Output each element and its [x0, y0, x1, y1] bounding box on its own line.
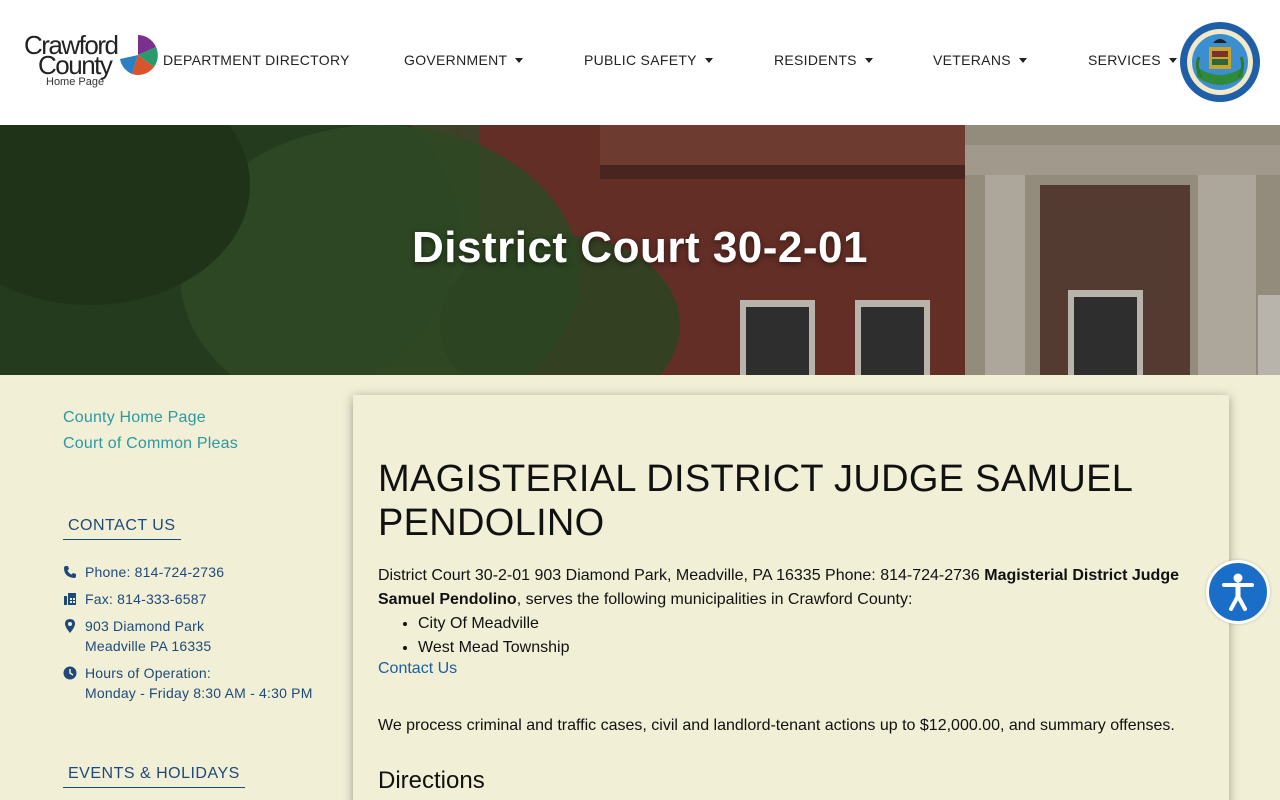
caret-down-icon [864, 57, 873, 63]
sidebar-link-court-common-pleas[interactable]: Court of Common Pleas [63, 431, 343, 457]
hero-banner: District Court 30-2-01 [0, 125, 1280, 375]
sidebar: County Home Page Court of Common Pleas C… [63, 405, 343, 788]
hours-label: Hours of Operation: [85, 665, 211, 681]
intro-tail: , serves the following municipalities in… [516, 591, 913, 608]
nav-label: RESIDENTS [774, 52, 857, 68]
logo-subtitle: Home Page [46, 76, 105, 88]
logo-line-2: County [38, 50, 113, 80]
intro-text: District Court 30-2-01 903 Diamond Park,… [378, 567, 985, 584]
nav-label: PUBLIC SAFETY [584, 52, 697, 68]
accessibility-icon [1222, 573, 1254, 611]
page-title: District Court 30-2-01 [411, 223, 868, 272]
caret-down-icon [515, 57, 524, 63]
contact-phone: Phone: 814-724-2736 [63, 562, 343, 582]
nav-label: DEPARTMENT DIRECTORY [163, 52, 350, 68]
caret-down-icon [1168, 57, 1177, 63]
contact-us-heading: CONTACT US [63, 517, 181, 540]
nav-label: GOVERNMENT [404, 52, 508, 68]
nav-services[interactable]: SERVICES [1088, 52, 1177, 68]
site-header: Crawford County Home Page DEPARTMENT DIR… [0, 0, 1280, 125]
nav-public-safety[interactable]: PUBLIC SAFETY [584, 52, 713, 68]
nav-government[interactable]: GOVERNMENT [404, 52, 524, 68]
intro-paragraph: District Court 30-2-01 903 Diamond Park,… [378, 564, 1198, 612]
accessibility-button[interactable] [1206, 560, 1270, 624]
directions-heading: Directions [378, 767, 485, 794]
contact-us-link[interactable]: Contact Us [378, 660, 457, 678]
judge-heading: MAGISTERIAL DISTRICT JUDGE SAMUEL PENDOL… [378, 458, 1132, 544]
events-holidays-heading: EVENTS & HOLIDAYS [63, 765, 245, 788]
caret-down-icon [1018, 57, 1027, 63]
contact-list: Phone: 814-724-2736 Fax: 814-333-6587 90… [63, 562, 343, 703]
nav-veterans[interactable]: VETERANS [933, 52, 1027, 68]
clock-icon [63, 666, 77, 680]
contact-address: 903 Diamond Park Meadville PA 16335 [63, 616, 343, 656]
sidebar-link-county-home[interactable]: County Home Page [63, 405, 343, 431]
contact-fax-text: Fax: 814-333-6587 [85, 591, 207, 607]
contact-phone-text: Phone: 814-724-2736 [85, 564, 225, 580]
list-item: West Mead Township [418, 636, 569, 660]
nav-label: VETERANS [933, 52, 1011, 68]
contact-hours: Hours of Operation: Monday - Friday 8:30… [63, 663, 343, 703]
address-line-2: Meadville PA 16335 [85, 638, 212, 654]
nav-department-directory[interactable]: DEPARTMENT DIRECTORY [163, 52, 350, 68]
contact-fax: Fax: 814-333-6587 [63, 589, 343, 609]
nav-residents[interactable]: RESIDENTS [774, 52, 873, 68]
nav-label: SERVICES [1088, 52, 1161, 68]
logo-pie-icon [120, 35, 158, 75]
address-line-1: 903 Diamond Park [85, 618, 205, 634]
county-seal-icon[interactable] [1179, 21, 1261, 103]
municipalities-list: City Of Meadville West Mead Township [418, 612, 569, 660]
phone-icon [64, 566, 76, 578]
fax-icon [64, 593, 76, 605]
main-content-card: MAGISTERIAL DISTRICT JUDGE SAMUEL PENDOL… [353, 395, 1229, 800]
map-pin-icon [65, 619, 75, 633]
list-item: City Of Meadville [418, 612, 569, 636]
cases-paragraph: We process criminal and traffic cases, c… [378, 717, 1175, 734]
hours-value: Monday - Friday 8:30 AM - 4:30 PM [85, 685, 313, 701]
county-logo[interactable]: Crawford County Home Page [22, 30, 162, 92]
caret-down-icon [704, 57, 713, 63]
